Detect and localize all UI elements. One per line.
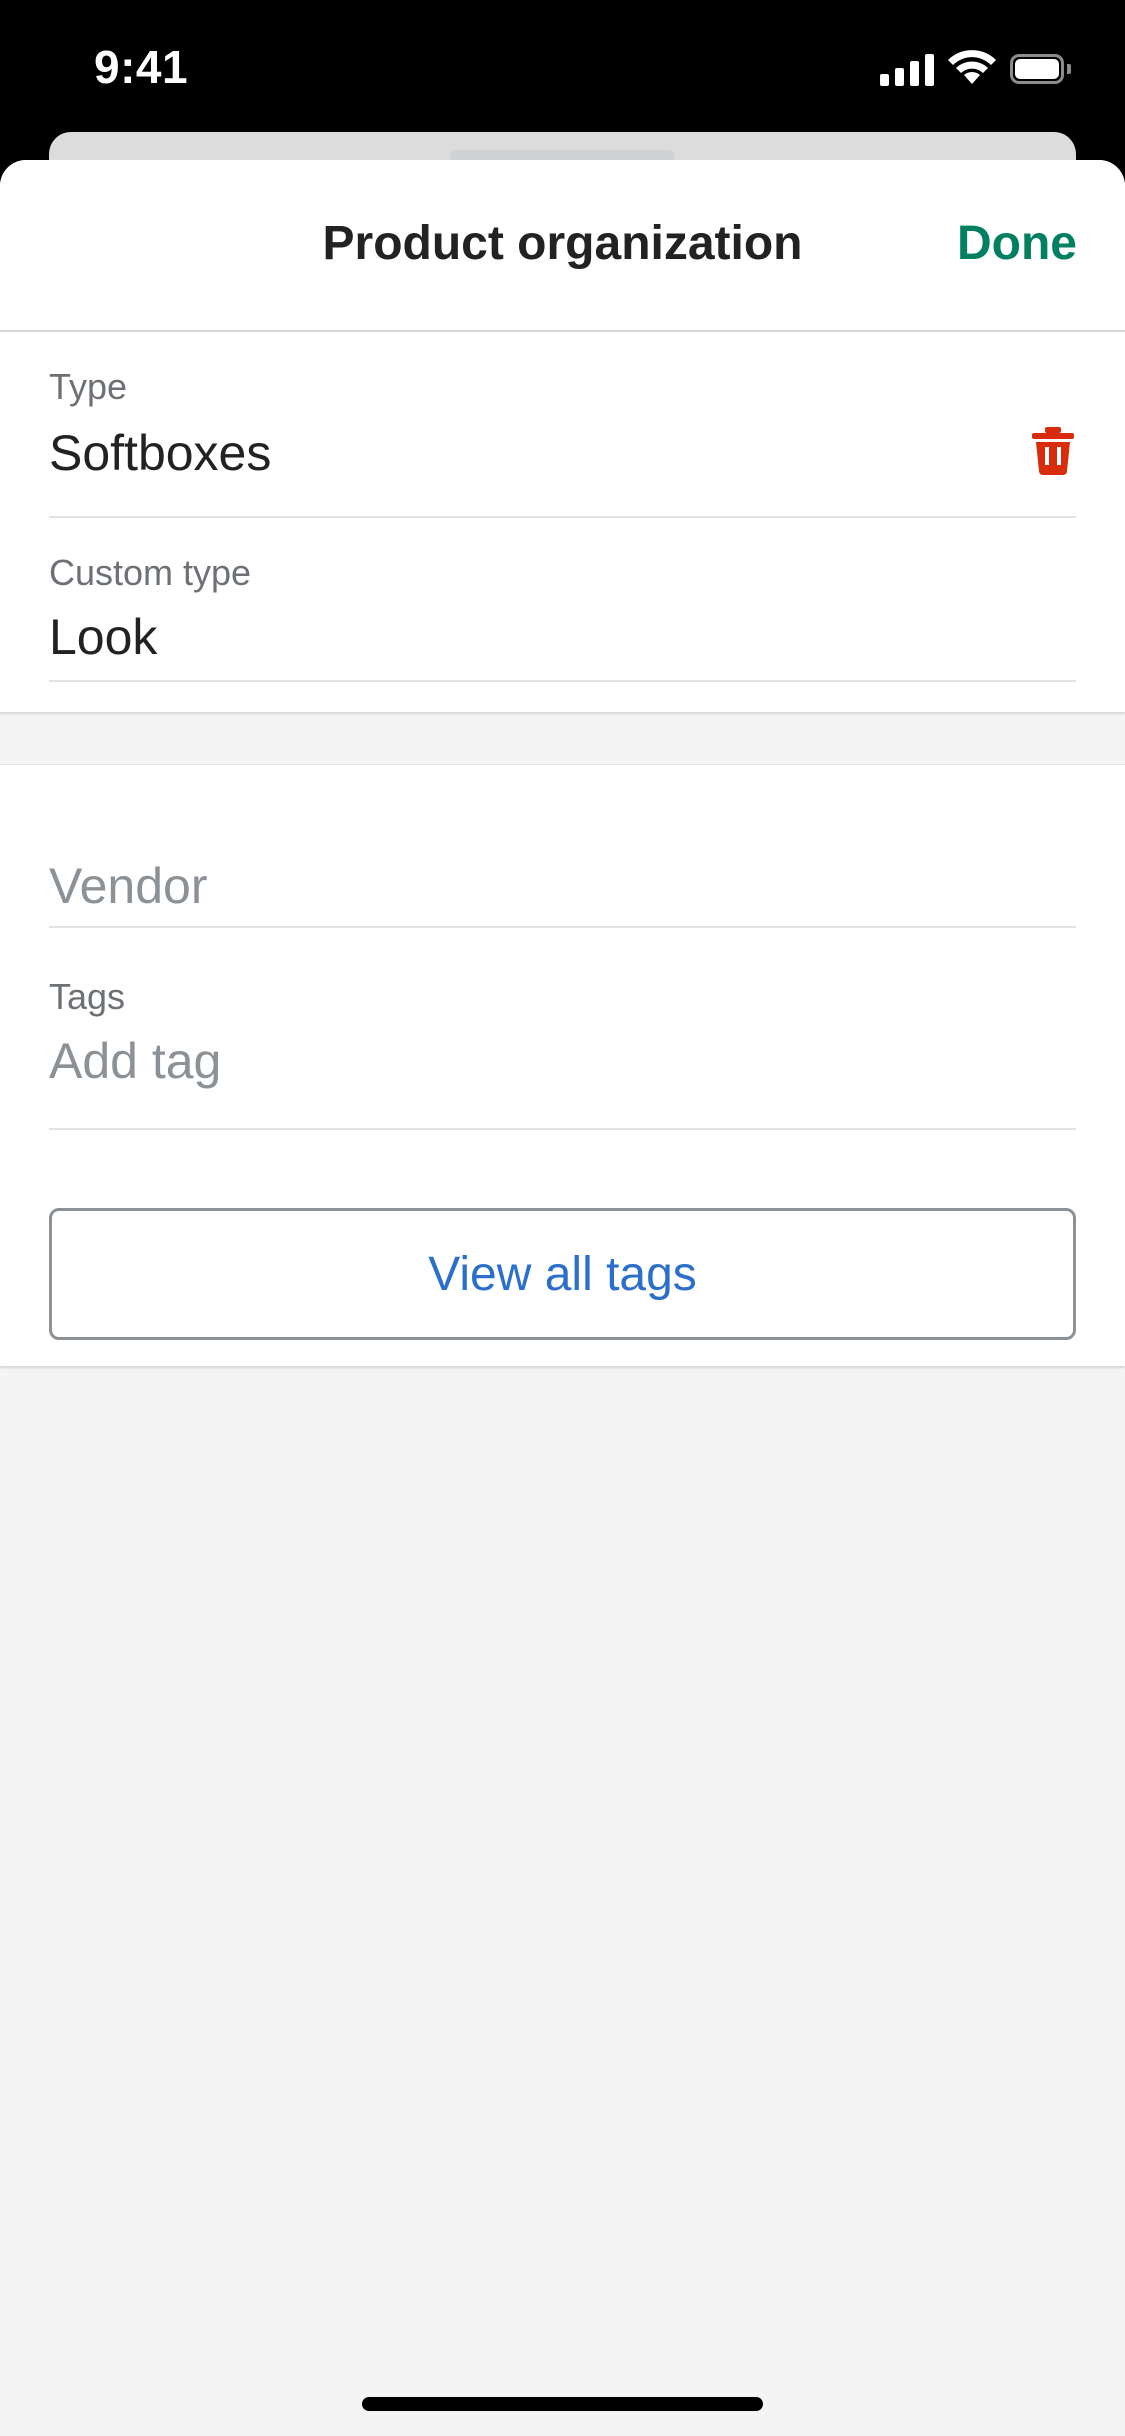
trash-icon[interactable] [1030, 427, 1076, 475]
home-indicator [362, 2397, 763, 2411]
cellular-signal-icon [880, 52, 934, 86]
type-field[interactable]: Type Softboxes [49, 332, 1076, 518]
status-bar: 9:41 [0, 0, 1125, 140]
battery-icon [1010, 54, 1071, 84]
vendor-field[interactable]: Vendor [49, 765, 1076, 928]
vendor-input[interactable]: Vendor [49, 857, 207, 915]
custom-type-field[interactable]: Custom type Look [49, 518, 1076, 682]
done-button[interactable]: Done [957, 216, 1077, 271]
vendor-tags-card: Vendor Tags Add tag View all tags [0, 764, 1125, 1366]
type-label: Type [49, 366, 128, 407]
status-time: 9:41 [94, 41, 189, 93]
type-card: Type Softboxes Custom type Look [0, 332, 1125, 712]
custom-type-label: Custom type [49, 552, 252, 593]
type-value[interactable]: Softboxes [49, 424, 271, 482]
tags-label: Tags [49, 976, 126, 1017]
view-all-tags-button[interactable]: View all tags [49, 1208, 1076, 1340]
wifi-icon [948, 50, 996, 84]
nav-bar: Product organization Done [0, 160, 1125, 332]
custom-type-value[interactable]: Look [49, 608, 157, 666]
tags-field[interactable]: Tags Add tag [49, 928, 1076, 1130]
product-organization-sheet: Product organization Done Type Softboxes… [0, 160, 1125, 2436]
add-tag-input[interactable]: Add tag [49, 1032, 221, 1090]
